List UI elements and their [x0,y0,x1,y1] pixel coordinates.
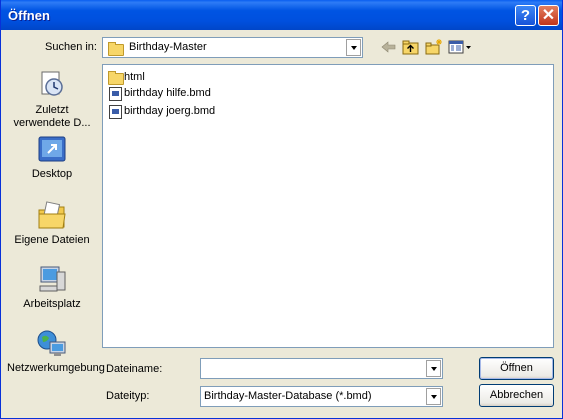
desktop-icon [38,136,66,162]
help-icon: ? [520,7,531,24]
place-network[interactable]: Netzwerkumgebung [7,328,105,388]
place-my-documents-label: Eigene Dateien [14,234,90,246]
place-recent-label: Zuletzt verwendete D... [13,104,91,129]
view-menu-icon[interactable] [447,38,473,56]
filename-label: Dateiname: [106,363,163,375]
look-in-combo[interactable]: Birthday-Master [102,37,363,58]
help-button[interactable]: ? [515,5,536,26]
back-arrow-icon[interactable] [379,38,399,56]
close-icon: ✕ [541,7,556,24]
network-places-icon [37,330,66,356]
place-my-computer-label: Arbeitsplatz [23,298,81,310]
file-list[interactable]: html birthday hilfe.bmd birthday joerg.b… [102,64,554,348]
places-bar: Zuletzt verwendete D... Desktop Eigene D… [7,64,105,404]
file-icon [109,87,122,101]
chevron-down-icon[interactable] [346,39,361,56]
recent-documents-icon [41,71,63,96]
cancel-button[interactable]: Abbrechen [479,384,554,407]
new-folder-icon[interactable] [424,38,444,56]
close-button[interactable]: ✕ [538,5,559,26]
title-bar[interactable]: Öffnen ? ✕ [1,0,562,30]
place-network-label: Netzwerkumgebung [7,362,105,374]
filename-field[interactable] [200,358,443,379]
list-item-label: html [124,71,145,83]
up-folder-icon[interactable] [401,38,421,56]
filetype-label: Dateityp: [106,390,150,402]
my-computer-icon [39,266,66,292]
place-recent[interactable]: Zuletzt verwendete D... [7,68,97,132]
chevron-down-icon[interactable] [426,388,441,405]
list-item-label: birthday hilfe.bmd [124,87,211,99]
open-dialog: Öffnen ? ✕ Suchen in: Birthday-Master Zu… [0,0,563,419]
folder-icon [108,71,124,85]
place-desktop-label: Desktop [31,168,73,180]
place-my-documents[interactable]: Eigene Dateien [7,200,97,254]
place-my-computer[interactable]: Arbeitsplatz [7,264,97,318]
place-desktop[interactable]: Desktop [7,134,97,188]
list-item-label: birthday joerg.bmd [124,105,216,117]
look-in-label: Suchen in: [45,41,97,53]
filetype-select[interactable]: Birthday-Master-Database (*.bmd) [200,386,443,407]
filetype-value: Birthday-Master-Database (*.bmd) [204,390,372,402]
look-in-value: Birthday-Master [129,41,207,53]
my-documents-icon [38,201,66,229]
window-title: Öffnen [8,8,50,23]
chevron-down-icon[interactable] [426,360,441,377]
folder-icon [108,42,124,56]
open-button[interactable]: Öffnen [479,357,554,380]
file-icon [109,105,122,119]
